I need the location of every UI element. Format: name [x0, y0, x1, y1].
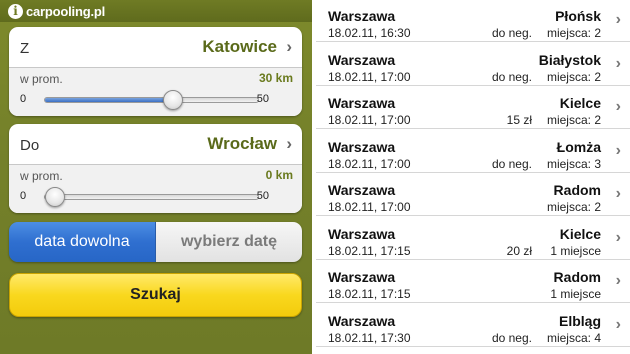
- ride-price: do neg.: [491, 156, 532, 171]
- to-label: Do: [20, 137, 40, 154]
- ride-row[interactable]: Warszawa Białystok 18.02.11, 17:00 do neg. m…: [316, 42, 630, 86]
- ride-row[interactable]: Warszawa Kielce 18.02.11, 17:15 20 zł 1 miej…: [316, 216, 630, 260]
- date-pick-button[interactable]: wybierz datę: [156, 222, 302, 262]
- ride-to: Kielce: [559, 225, 601, 242]
- to-radius-value: 0 km: [265, 168, 293, 182]
- ride-from: Warszawa: [328, 8, 396, 24]
- ride-row[interactable]: Warszawa Płońsk 18.02.11, 16:30 do neg. miej…: [316, 0, 630, 42]
- chevron-right-icon: ›: [615, 272, 621, 289]
- to-radius-label: w prom.: [20, 169, 63, 183]
- from-slider-max: 50: [256, 93, 269, 105]
- date-any-button[interactable]: data dowolna: [9, 222, 156, 262]
- ride-price: do neg.: [491, 26, 532, 40]
- ride-row[interactable]: Warszawa Radom 18.02.11, 17:00 miejsca: 2 ›: [316, 173, 630, 216]
- info-icon: i: [8, 3, 23, 19]
- chevron-right-icon: ›: [615, 98, 621, 115]
- ride-datetime: 18.02.11, 17:00: [328, 156, 411, 171]
- ride-row[interactable]: Warszawa Radom 18.02.11, 17:15 1 miejsce ›: [316, 260, 630, 303]
- to-slider-max: 50: [256, 190, 269, 202]
- ride-to: Kielce: [559, 95, 601, 111]
- from-label: Z: [20, 40, 30, 57]
- ride-seats: miejsca: 2: [546, 26, 601, 40]
- chevron-right-icon: ›: [615, 141, 621, 159]
- ride-to: Łomża: [556, 138, 601, 155]
- ride-to: Radom: [553, 269, 601, 285]
- from-radius-slider[interactable]: [44, 90, 259, 110]
- from-slider-thumb[interactable]: [162, 90, 183, 110]
- ride-from: Warszawa: [328, 225, 396, 242]
- ride-to: Płońsk: [555, 8, 601, 24]
- ride-datetime: 18.02.11, 16:30: [328, 26, 411, 40]
- search-panel: i carpooling.pl Z Katowice › w prom. 30 …: [0, 0, 312, 354]
- to-slider-thumb[interactable]: [45, 187, 65, 207]
- from-city-row[interactable]: Z Katowice ›: [9, 27, 302, 68]
- ride-from: Warszawa: [328, 182, 396, 198]
- to-city-value: Wrocław: [207, 134, 277, 153]
- ride-from: Warszawa: [328, 312, 396, 329]
- ride-price: do neg.: [491, 330, 532, 345]
- from-radius-value: 30 km: [258, 71, 293, 85]
- ride-row[interactable]: Warszawa Elbląg 18.02.11, 17:30 do neg. miej…: [316, 303, 630, 347]
- ride-to: Białystok: [538, 51, 601, 68]
- from-radius-row: w prom. 30 km 0 50: [9, 68, 302, 116]
- app-logo: i carpooling.pl: [8, 3, 105, 19]
- from-slider-min: 0: [20, 93, 27, 105]
- ride-datetime: 18.02.11, 17:00: [328, 200, 411, 214]
- chevron-right-icon: ›: [286, 37, 292, 56]
- from-card: Z Katowice › w prom. 30 km 0 50: [9, 27, 302, 116]
- ride-seats: miejsca: 2: [546, 200, 601, 214]
- from-slider-fill: [45, 98, 173, 102]
- app-name: carpooling.pl: [26, 3, 106, 19]
- search-button[interactable]: Szukaj: [9, 273, 302, 317]
- from-city-value: Katowice: [202, 37, 277, 56]
- results-list: Warszawa Płońsk 18.02.11, 16:30 do neg. miej…: [316, 0, 630, 354]
- ride-row[interactable]: Warszawa Łomża 18.02.11, 17:00 do neg. miejs…: [316, 129, 630, 173]
- ride-row[interactable]: Warszawa Kielce 18.02.11, 17:00 15 zł miejsc…: [316, 86, 630, 129]
- chevron-right-icon: ›: [615, 54, 621, 72]
- top-bar: i carpooling.pl: [0, 0, 312, 22]
- ride-seats: 1 miejsce: [550, 243, 601, 258]
- ride-datetime: 18.02.11, 17:00: [328, 69, 411, 84]
- to-card: Do Wrocław › w prom. 0 km 0 50: [9, 124, 302, 213]
- chevron-right-icon: ›: [615, 11, 621, 28]
- to-radius-slider[interactable]: [44, 187, 259, 207]
- ride-datetime: 18.02.11, 17:15: [328, 243, 411, 258]
- to-city-row[interactable]: Do Wrocław ›: [9, 124, 302, 165]
- ride-from: Warszawa: [328, 138, 396, 155]
- chevron-right-icon: ›: [615, 315, 621, 333]
- ride-seats: miejsca: 2: [546, 113, 601, 127]
- to-radius-row: w prom. 0 km 0 50: [9, 165, 302, 213]
- ride-datetime: 18.02.11, 17:15: [328, 287, 411, 301]
- chevron-right-icon: ›: [615, 185, 621, 202]
- ride-seats: miejsca: 3: [546, 156, 601, 171]
- to-slider-min: 0: [20, 190, 27, 202]
- ride-datetime: 18.02.11, 17:00: [328, 113, 411, 127]
- ride-price: 20 zł: [506, 243, 532, 258]
- ride-to: Elbląg: [558, 312, 601, 329]
- ride-price: 15 zł: [506, 113, 532, 127]
- ride-to: Radom: [553, 182, 601, 198]
- ride-from: Warszawa: [328, 95, 396, 111]
- ride-from: Warszawa: [328, 269, 396, 285]
- ride-seats: 1 miejsce: [550, 287, 601, 301]
- ride-datetime: 18.02.11, 17:30: [328, 330, 411, 345]
- date-segmented-control: data dowolna wybierz datę: [9, 222, 302, 262]
- from-radius-label: w prom.: [20, 72, 63, 86]
- ride-price: do neg.: [491, 69, 532, 84]
- ride-seats: miejsca: 4: [546, 330, 601, 345]
- ride-seats: miejsca: 2: [546, 69, 601, 84]
- ride-from: Warszawa: [328, 51, 396, 68]
- chevron-right-icon: ›: [615, 228, 621, 246]
- chevron-right-icon: ›: [286, 134, 292, 153]
